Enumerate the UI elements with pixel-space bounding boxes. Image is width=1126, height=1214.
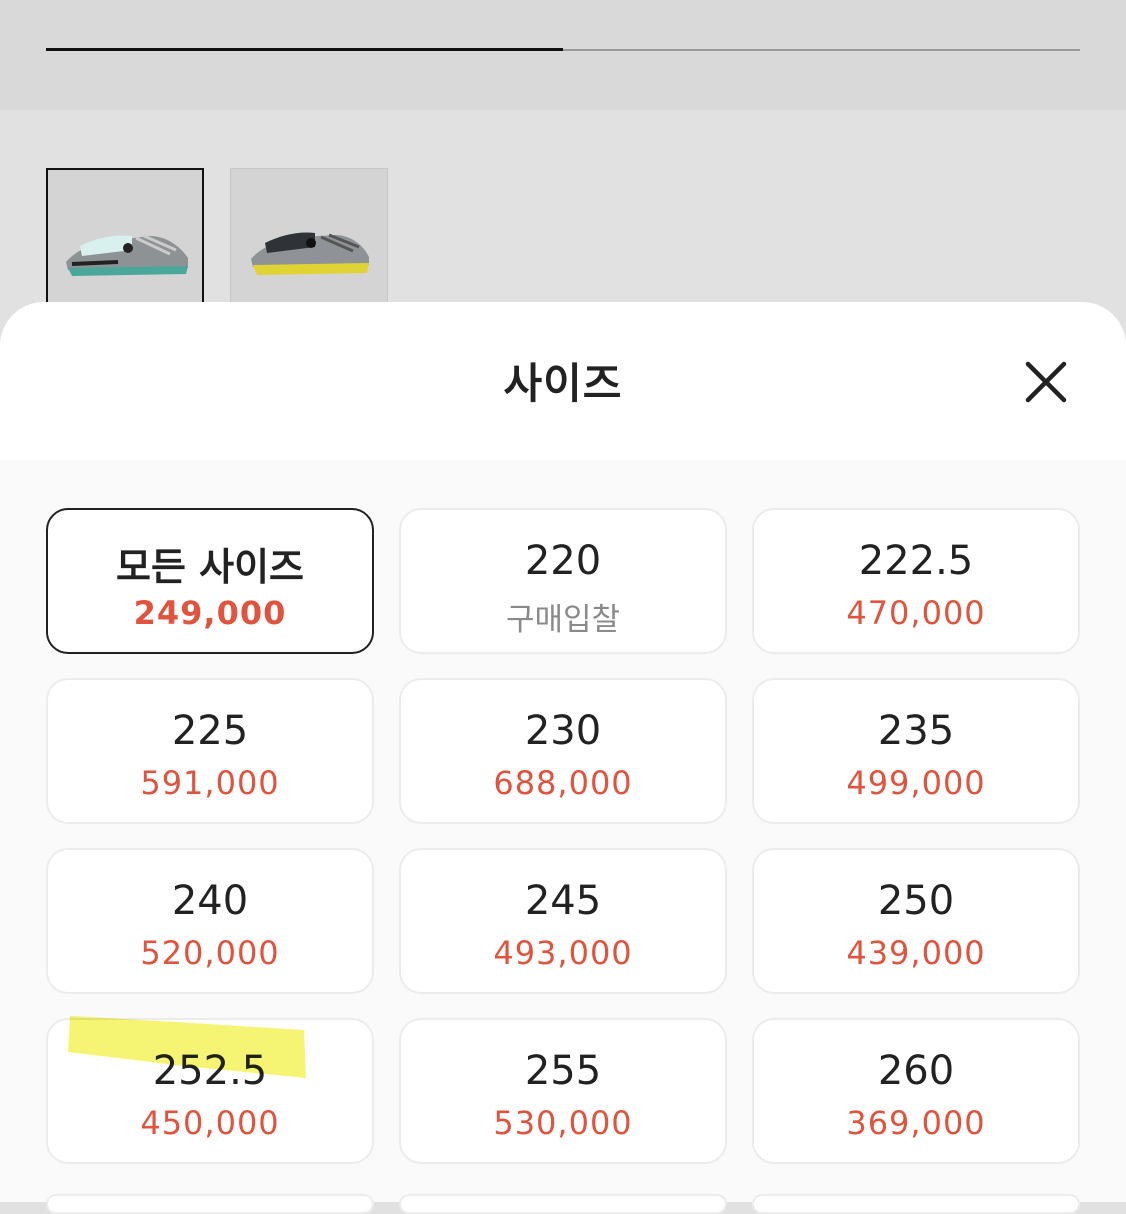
carousel-progress-track — [46, 48, 1080, 51]
size-price: 520,000 — [140, 934, 280, 972]
sheet-header: 사이즈 — [0, 302, 1126, 460]
size-option-card[interactable]: 235 499,000 — [752, 678, 1080, 824]
size-price: 369,000 — [846, 1104, 986, 1142]
size-label: 모든 사이즈 — [115, 545, 305, 589]
size-price: 591,000 — [140, 764, 280, 802]
size-label: 250 — [877, 878, 955, 924]
thumbnail-gallery — [0, 110, 1126, 318]
size-label: 225 — [171, 708, 249, 754]
size-card-peek — [752, 1194, 1080, 1214]
size-price: 470,000 — [846, 594, 986, 632]
sneaker-image — [251, 232, 369, 275]
sneaker-image — [66, 234, 188, 276]
size-option-card[interactable]: 260 369,000 — [752, 1018, 1080, 1164]
thumbnail-mint-gray-sneaker[interactable] — [46, 168, 204, 318]
size-grid: 모든 사이즈 249,000 220 구매입찰 222.5 470,000 225 591,0… — [46, 508, 1080, 1164]
size-option-card[interactable]: 230 688,000 — [399, 678, 727, 824]
size-label: 245 — [524, 878, 602, 924]
close-icon[interactable] — [1018, 354, 1074, 410]
size-option-card[interactable]: 225 591,000 — [46, 678, 374, 824]
size-option-card[interactable]: 240 520,000 — [46, 848, 374, 994]
bid-status-text: 구매입찰 — [505, 602, 621, 638]
size-label: 235 — [877, 708, 955, 754]
size-card-peek — [399, 1194, 727, 1214]
size-label: 252.5 — [152, 1048, 268, 1094]
size-label: 230 — [524, 708, 602, 754]
thumbnail-yellow-gray-sneaker[interactable] — [230, 168, 388, 318]
size-option-card[interactable]: 222.5 470,000 — [752, 508, 1080, 654]
size-price: 688,000 — [493, 764, 633, 802]
size-option-card[interactable]: 모든 사이즈 249,000 — [46, 508, 374, 654]
size-label: 255 — [524, 1048, 602, 1094]
size-label: 240 — [171, 878, 249, 924]
size-option-card[interactable]: 220 구매입찰 — [399, 508, 727, 654]
size-option-card[interactable]: 250 439,000 — [752, 848, 1080, 994]
size-label: 222.5 — [858, 538, 974, 584]
size-label: 260 — [877, 1048, 955, 1094]
size-label: 220 — [524, 538, 602, 584]
size-price: 439,000 — [846, 934, 986, 972]
size-option-card[interactable]: 255 530,000 — [399, 1018, 727, 1164]
sheet-title: 사이즈 — [503, 359, 623, 408]
carousel-progress-fill — [46, 48, 563, 51]
image-carousel-area — [0, 0, 1126, 110]
size-option-card[interactable]: 245 493,000 — [399, 848, 727, 994]
size-price: 493,000 — [493, 934, 633, 972]
size-price: 530,000 — [493, 1104, 633, 1142]
size-price: 499,000 — [846, 764, 986, 802]
size-card-peek — [46, 1194, 374, 1214]
size-price: 450,000 — [140, 1104, 280, 1142]
size-option-card[interactable]: 252.5 450,000 — [46, 1018, 374, 1164]
size-price: 249,000 — [133, 594, 287, 632]
